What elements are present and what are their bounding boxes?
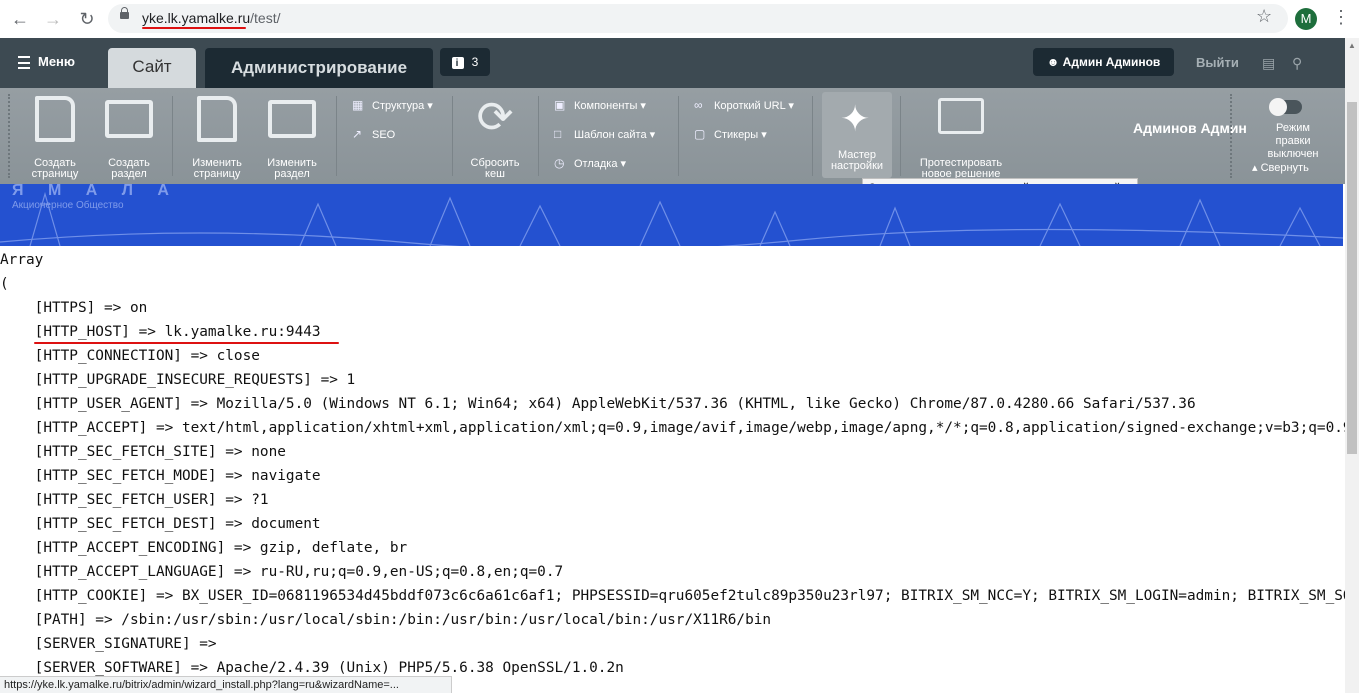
site-banner: Я М А Л А Акционерное Общество bbox=[0, 184, 1343, 246]
dump-line: [HTTP_UPGRADE_INSECURE_REQUESTS] => 1 bbox=[0, 372, 356, 388]
back-icon[interactable]: ← bbox=[9, 8, 31, 30]
menu-button[interactable]: Меню bbox=[18, 54, 75, 70]
user-icon: ☻ bbox=[1046, 55, 1060, 69]
chart-icon: ↗ bbox=[352, 127, 363, 141]
dump-line: [HTTP_COOKIE] => BX_USER_ID=0681196534d4… bbox=[34, 588, 1345, 604]
short-url-menu[interactable]: ∞ Короткий URL ▾ bbox=[694, 98, 794, 112]
edit-section-button[interactable]: Изменить раздел bbox=[259, 96, 325, 180]
dump-line: [HTTP_CONNECTION] => close bbox=[0, 348, 260, 364]
profile-avatar[interactable]: M bbox=[1295, 8, 1317, 30]
forward-icon[interactable]: → bbox=[42, 8, 64, 30]
page-scrollbar[interactable]: ▲ bbox=[1345, 38, 1359, 693]
notifications-button[interactable]: 3 bbox=[440, 48, 490, 78]
url-host: yke.lk.yamalke.ru bbox=[142, 10, 251, 26]
bookmark-star-icon[interactable]: ☆ bbox=[1256, 6, 1272, 27]
dump-line: [HTTP_SEC_FETCH_SITE] => none bbox=[0, 444, 286, 460]
dump-line: [HTTP_SEC_FETCH_MODE] => navigate bbox=[0, 468, 321, 484]
host-red-underline bbox=[34, 342, 339, 344]
new-page-icon bbox=[35, 96, 75, 142]
toolbar-divider bbox=[538, 96, 539, 176]
toolbar-divider bbox=[452, 96, 453, 176]
address-bar[interactable]: yke.lk.yamalke.ru/test/ bbox=[108, 4, 1288, 33]
browser-toolbar: ← → ↻ yke.lk.yamalke.ru/test/ ☆ M ⋮ bbox=[0, 0, 1359, 39]
toolbar-divider bbox=[172, 96, 173, 176]
magic-wand-icon: ✦ bbox=[840, 98, 871, 139]
setup-wizard-button[interactable]: ✦ Мастер настройки bbox=[822, 92, 892, 178]
url-path: /test/ bbox=[250, 10, 281, 26]
reload-icon[interactable]: ↻ bbox=[76, 8, 98, 30]
site-template-menu[interactable]: □ Шаблон сайта ▾ bbox=[554, 127, 655, 141]
toolbar-divider bbox=[812, 96, 813, 176]
edit-page-icon bbox=[197, 96, 237, 142]
banner-decoration bbox=[0, 191, 1343, 246]
dump-line: [HTTP_SEC_FETCH_USER] => ?1 bbox=[0, 492, 269, 508]
stickers-menu[interactable]: ▢ Стикеры ▾ bbox=[694, 127, 767, 141]
gauge-icon: ◷ bbox=[554, 156, 565, 170]
collapse-button[interactable]: ▴ Свернуть bbox=[1252, 161, 1309, 174]
tab-administration[interactable]: Администрирование bbox=[205, 48, 433, 88]
dump-line: [SERVER_SIGNATURE] => bbox=[0, 636, 226, 652]
components-menu[interactable]: ▣ Компоненты ▾ bbox=[554, 98, 646, 112]
edit-mode-toggle[interactable] bbox=[1269, 98, 1302, 116]
components-icon: ▣ bbox=[554, 98, 566, 112]
dump-line: [PATH] => /sbin:/usr/sbin:/usr/local/sbi… bbox=[0, 612, 772, 628]
company-logo: Я М А Л А Акционерное Общество bbox=[12, 184, 179, 211]
new-folder-icon bbox=[105, 100, 153, 138]
toolbar-divider bbox=[678, 96, 679, 176]
structure-menu[interactable]: ▦ Структура ▾ bbox=[352, 98, 433, 112]
dump-line: [HTTP_ACCEPT_ENCODING] => gzip, deflate,… bbox=[0, 540, 408, 556]
logout-link[interactable]: Выйти bbox=[1196, 55, 1239, 70]
browser-menu-icon[interactable]: ⋮ bbox=[1332, 7, 1350, 28]
dump-line: [HTTP_USER_AGENT] => Mozilla/5.0 (Window… bbox=[0, 396, 1196, 412]
info-icon bbox=[451, 50, 464, 78]
toolbar-divider bbox=[336, 96, 337, 176]
admin-toolbar: Создать страницу Создать раздел Изменить… bbox=[0, 88, 1345, 184]
download-window-icon bbox=[938, 98, 984, 134]
user-profile-button[interactable]: ☻ Админ Админов bbox=[1033, 48, 1174, 76]
edit-folder-icon bbox=[268, 100, 316, 138]
dump-line: ( bbox=[0, 276, 9, 292]
dump-line: [HTTPS] => on bbox=[0, 300, 148, 316]
toolbar-grip bbox=[8, 94, 12, 178]
lock-icon bbox=[120, 7, 129, 19]
toolbar-divider bbox=[900, 96, 901, 176]
edit-mode-label: Режим правки выключен bbox=[1267, 122, 1319, 160]
debug-menu[interactable]: ◷ Отладка ▾ bbox=[554, 156, 626, 170]
link-status-bar: https://yke.lk.yamalke.ru/bitrix/admin/w… bbox=[0, 676, 452, 693]
edit-page-button[interactable]: Изменить страницу bbox=[184, 96, 250, 180]
sticker-icon: ▢ bbox=[694, 127, 706, 141]
url-red-underline bbox=[142, 27, 246, 29]
dump-line: Array bbox=[0, 252, 44, 268]
dump-line: [HTTP_HOST] => lk.yamalke.ru:9443 bbox=[0, 324, 321, 340]
pin-icon[interactable]: ⚲ bbox=[1292, 55, 1302, 72]
create-section-button[interactable]: Создать раздел bbox=[96, 96, 162, 180]
reset-cache-button[interactable]: ⟳ Сбросить кеш bbox=[462, 96, 528, 180]
scroll-up-icon[interactable]: ▲ bbox=[1348, 41, 1356, 50]
refresh-icon: ⟳ bbox=[476, 93, 514, 142]
hamburger-icon bbox=[18, 56, 30, 70]
template-icon: □ bbox=[554, 127, 562, 141]
test-solution-button[interactable]: Протестировать новое решение bbox=[912, 96, 1010, 180]
toolbar-grip-right bbox=[1230, 94, 1234, 178]
dump-line: [HTTP_ACCEPT_LANGUAGE] => ru-RU,ru;q=0.9… bbox=[0, 564, 564, 580]
calendar-icon[interactable]: ▤ bbox=[1262, 55, 1275, 72]
server-dump: Array ( [HTTPS] => on [HTTP_HOST] => lk.… bbox=[0, 248, 1345, 688]
tab-site[interactable]: Сайт bbox=[108, 48, 196, 88]
scrollbar-thumb[interactable] bbox=[1347, 102, 1357, 454]
seo-button[interactable]: ↗ SEO bbox=[352, 127, 395, 141]
grid-icon: ▦ bbox=[352, 98, 364, 112]
create-page-button[interactable]: Создать страницу bbox=[22, 96, 88, 180]
dump-line: [HTTP_SEC_FETCH_DEST] => document bbox=[0, 516, 321, 532]
link-icon: ∞ bbox=[694, 98, 703, 112]
admin-panel-top: Меню Сайт Администрирование 3 ☻ Админ Ад… bbox=[0, 38, 1345, 88]
dump-line: [HTTP_ACCEPT] => text/html,application/x… bbox=[0, 420, 1345, 436]
